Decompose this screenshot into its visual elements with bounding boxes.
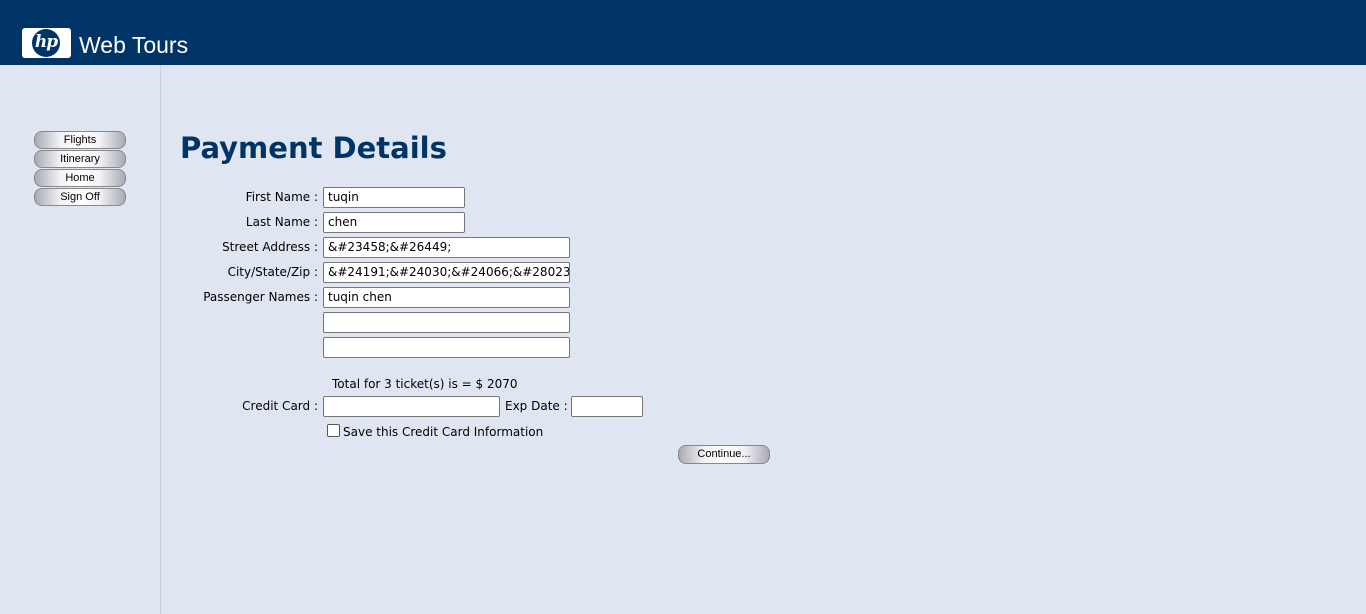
exp-date-label: Exp Date : bbox=[505, 399, 568, 413]
street-address-label: Street Address : bbox=[222, 240, 318, 254]
first-name-label: First Name : bbox=[245, 190, 318, 204]
last-name-label: Last Name : bbox=[245, 215, 318, 229]
exp-date-input[interactable] bbox=[571, 396, 643, 417]
brand-title: Web Tours bbox=[79, 32, 189, 58]
passenger-name-input-1[interactable]: tuqin chen bbox=[323, 287, 570, 308]
save-card-label: Save this Credit Card Information bbox=[343, 425, 544, 439]
hp-logo: hp bbox=[22, 28, 71, 58]
last-name-input[interactable]: chen bbox=[323, 212, 465, 233]
credit-card-input[interactable] bbox=[323, 396, 500, 417]
total-price-text: Total for 3 ticket(s) is = $ 2070 bbox=[332, 377, 518, 391]
passenger-name-input-3[interactable] bbox=[323, 337, 570, 358]
nav-flights-button[interactable]: Flights bbox=[34, 131, 126, 149]
nav-home-button[interactable]: Home bbox=[34, 169, 126, 187]
save-card-checkbox[interactable] bbox=[327, 424, 340, 437]
city-state-zip-label: City/State/Zip : bbox=[227, 265, 318, 279]
passenger-name-input-2[interactable] bbox=[323, 312, 570, 333]
hp-logo-icon: hp bbox=[32, 29, 60, 57]
first-name-input[interactable]: tuqin bbox=[323, 187, 465, 208]
street-address-input[interactable]: &#23458;&#26449; bbox=[323, 237, 570, 258]
continue-button[interactable]: Continue... bbox=[678, 445, 770, 464]
passenger-names-label: Passenger Names : bbox=[203, 290, 318, 304]
header-bar: hp Web Tours bbox=[0, 0, 1366, 65]
nav-itinerary-button[interactable]: Itinerary bbox=[34, 150, 126, 168]
city-state-zip-input[interactable]: &#24191;&#24030;&#24066;&#28023;&# bbox=[323, 262, 570, 283]
page-title: Payment Details bbox=[180, 131, 447, 165]
credit-card-label: Credit Card : bbox=[242, 399, 318, 413]
